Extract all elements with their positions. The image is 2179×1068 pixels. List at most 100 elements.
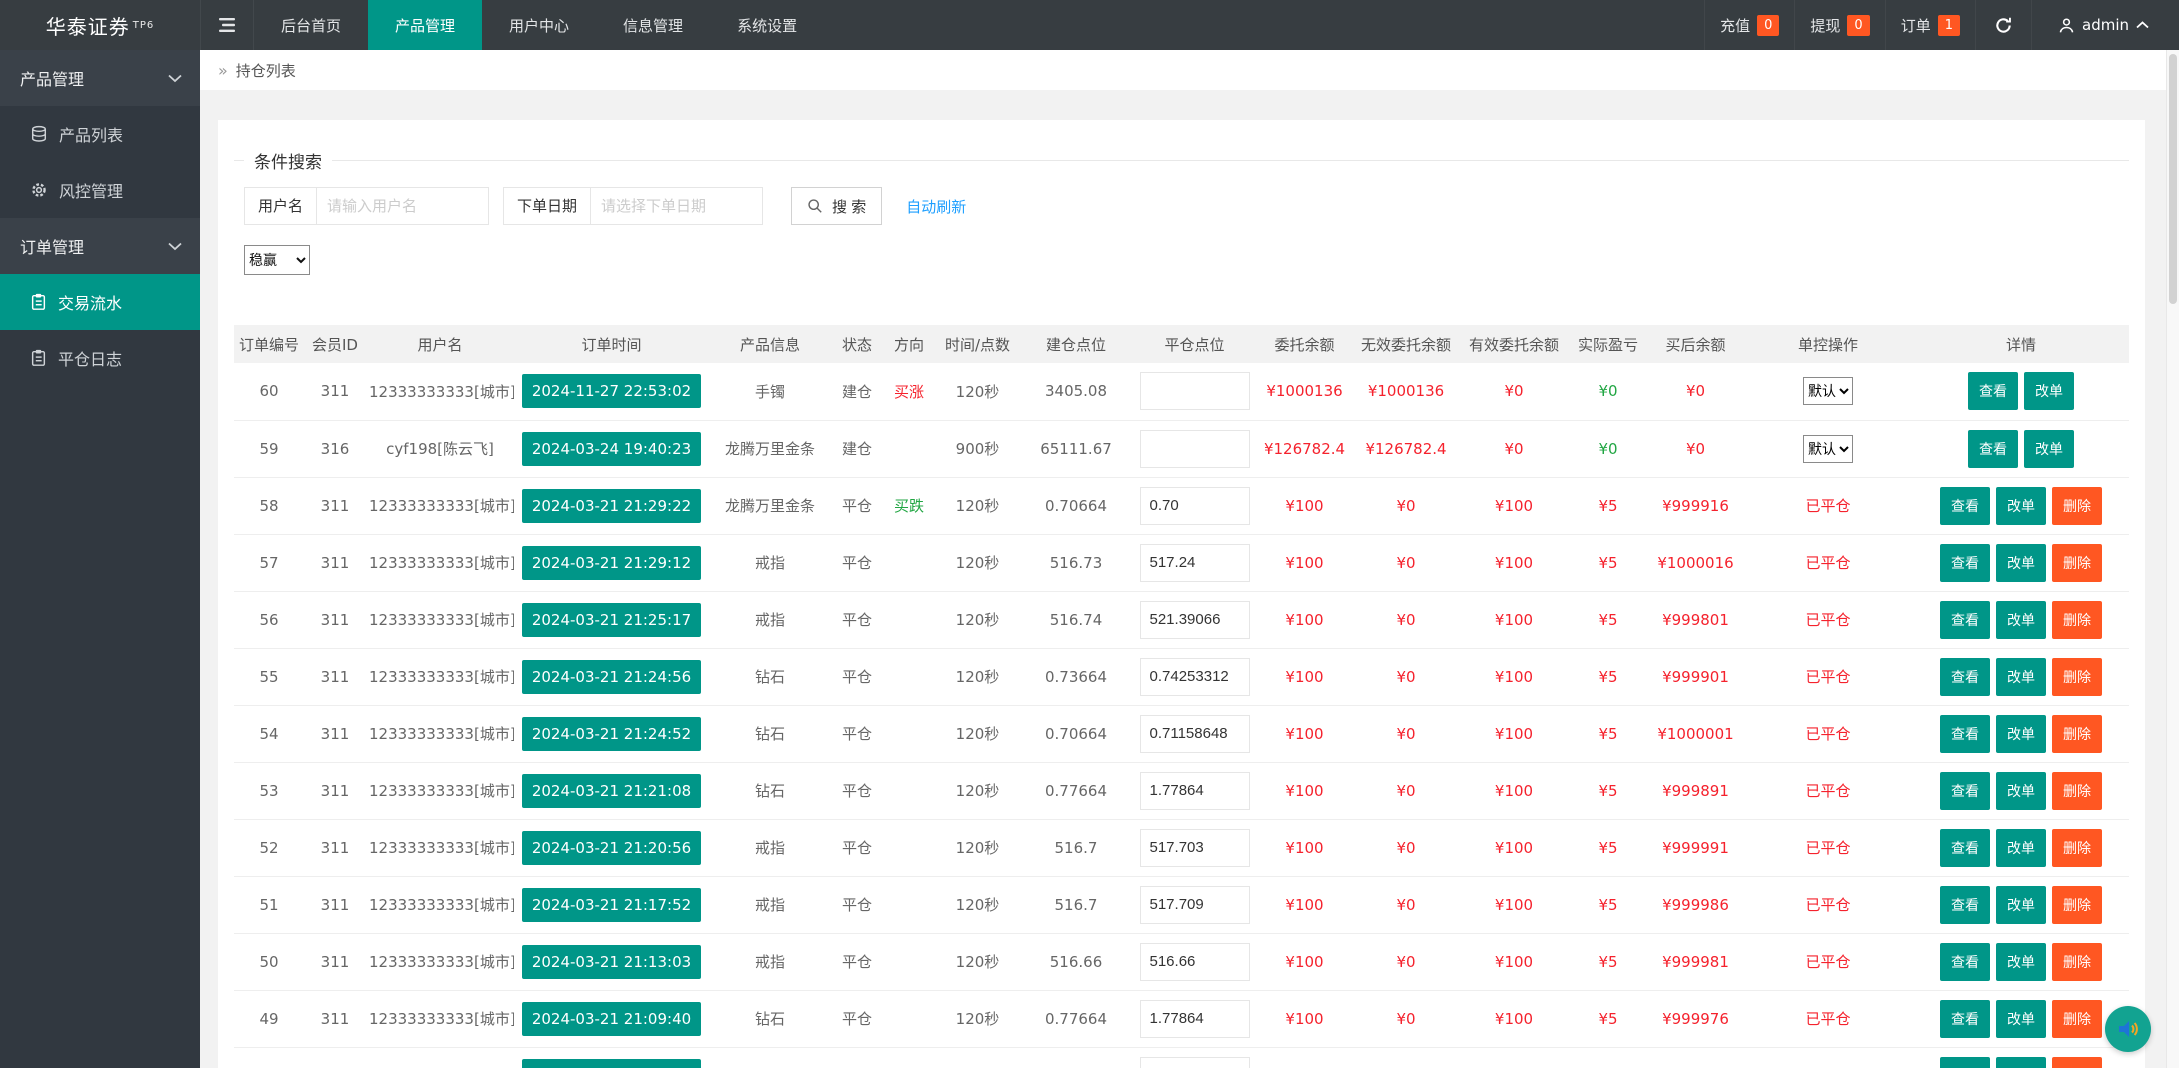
actual-pl-cell: ¥5	[1568, 477, 1648, 534]
modify-order-button[interactable]: 改单	[1996, 544, 2046, 582]
auto-refresh-link[interactable]: 自动刷新	[906, 196, 966, 217]
invalid-entrust-cell: ¥1000136	[1352, 363, 1460, 420]
close-point-input[interactable]	[1140, 943, 1250, 981]
valid-entrust-cell: ¥100	[1460, 933, 1568, 990]
close-point-input[interactable]	[1140, 886, 1250, 924]
detail-actions-cell: 查看改单删除	[1913, 819, 2129, 876]
control-select[interactable]: 默认	[1803, 435, 1853, 463]
order-id-cell: 58	[234, 477, 304, 534]
tab-product-management[interactable]: 产品管理	[368, 0, 482, 50]
scrollbar-thumb[interactable]	[2169, 54, 2177, 304]
delete-button[interactable]: 删除	[2052, 1000, 2102, 1038]
delete-button[interactable]: 删除	[2052, 772, 2102, 810]
modify-order-button[interactable]: 改单	[1996, 487, 2046, 525]
modify-order-button[interactable]: 改单	[1996, 1000, 2046, 1038]
entrust-balance-cell: ¥100	[1257, 1047, 1352, 1068]
close-point-input[interactable]	[1140, 829, 1250, 867]
product-info-cell: 龙腾万里金条	[709, 420, 831, 477]
close-point-input[interactable]	[1140, 1057, 1250, 1068]
close-point-input[interactable]	[1140, 430, 1250, 468]
sound-toggle-button[interactable]	[2105, 1006, 2151, 1052]
tab-dashboard[interactable]: 后台首页	[254, 0, 368, 50]
admin-menu[interactable]: admin	[2031, 0, 2159, 50]
close-point-input[interactable]	[1140, 487, 1250, 525]
view-button[interactable]: 查看	[1940, 487, 1990, 525]
member-id-cell: 311	[304, 819, 366, 876]
after-balance-cell: ¥999801	[1648, 591, 1743, 648]
status-text: 平仓	[842, 896, 872, 914]
delete-button[interactable]: 删除	[2052, 886, 2102, 924]
view-button[interactable]: 查看	[1940, 544, 1990, 582]
username: 12333333333[城市]	[369, 782, 514, 800]
sidebar-item-product-list[interactable]: 产品列表	[0, 106, 200, 162]
delete-button[interactable]: 删除	[2052, 1057, 2102, 1068]
withdraw-shortcut[interactable]: 提现 0	[1794, 0, 1884, 50]
modify-order-button[interactable]: 改单	[1996, 943, 2046, 981]
close-point-input[interactable]	[1140, 1000, 1250, 1038]
close-point-input[interactable]	[1140, 372, 1250, 410]
username: 12333333333[城市]	[369, 896, 514, 914]
modify-order-button[interactable]: 改单	[1996, 658, 2046, 696]
view-button[interactable]: 查看	[1940, 886, 1990, 924]
sidebar-item-trade-flow[interactable]: 交易流水	[0, 274, 200, 330]
modify-order-button[interactable]: 改单	[1996, 772, 2046, 810]
order-date-input[interactable]	[591, 187, 763, 225]
view-button[interactable]: 查看	[1940, 715, 1990, 753]
delete-button[interactable]: 删除	[2052, 601, 2102, 639]
view-button[interactable]: 查看	[1968, 430, 2018, 468]
tab-user-center[interactable]: 用户中心	[482, 0, 596, 50]
close-point-cell	[1132, 363, 1257, 420]
duration-cell: 120秒	[935, 477, 1020, 534]
close-point-input[interactable]	[1140, 601, 1250, 639]
col-close-point: 平仓点位	[1132, 325, 1257, 363]
delete-button[interactable]: 删除	[2052, 715, 2102, 753]
invalid-entrust-cell: ¥0	[1352, 819, 1460, 876]
recharge-shortcut[interactable]: 充值 0	[1704, 0, 1794, 50]
product-type-select[interactable]: 稳赢	[244, 245, 310, 275]
delete-button[interactable]: 删除	[2052, 829, 2102, 867]
modify-order-button[interactable]: 改单	[2024, 372, 2074, 410]
close-point-input[interactable]	[1140, 544, 1250, 582]
modify-order-button[interactable]: 改单	[1996, 886, 2046, 924]
hamburger-icon[interactable]	[200, 0, 254, 50]
sidebar-item-risk-management[interactable]: 风控管理	[0, 162, 200, 218]
close-point-input[interactable]	[1140, 772, 1250, 810]
entrust-balance-value: ¥100	[1285, 725, 1323, 743]
delete-button[interactable]: 删除	[2052, 658, 2102, 696]
username-input[interactable]	[317, 187, 489, 225]
duration-text: 120秒	[956, 497, 1000, 515]
view-button[interactable]: 查看	[1940, 772, 1990, 810]
sidebar-item-close-log[interactable]: 平仓日志	[0, 330, 200, 386]
modify-order-button[interactable]: 改单	[1996, 829, 2046, 867]
actual-pl-value: ¥5	[1598, 839, 1617, 857]
refresh-icon[interactable]	[1975, 0, 2031, 50]
sidebar-group-order-management[interactable]: 订单管理	[0, 218, 200, 274]
view-button[interactable]: 查看	[1940, 601, 1990, 639]
search-button[interactable]: 搜 索	[791, 187, 882, 225]
modify-order-button[interactable]: 改单	[1996, 1057, 2046, 1068]
view-button[interactable]: 查看	[1940, 1057, 1990, 1068]
sidebar-group-product-management[interactable]: 产品管理	[0, 50, 200, 106]
delete-button[interactable]: 删除	[2052, 487, 2102, 525]
product-info: 戒指	[755, 839, 785, 857]
view-button[interactable]: 查看	[1968, 372, 2018, 410]
order-id: 54	[259, 725, 278, 743]
close-point-input[interactable]	[1140, 658, 1250, 696]
delete-button[interactable]: 删除	[2052, 544, 2102, 582]
speaker-icon	[2115, 1016, 2141, 1042]
view-button[interactable]: 查看	[1940, 658, 1990, 696]
delete-button[interactable]: 删除	[2052, 943, 2102, 981]
tab-info-management[interactable]: 信息管理	[596, 0, 710, 50]
table-header-row: 订单编号 会员ID 用户名 订单时间 产品信息 状态 方向 时间/点数 建仓点位…	[234, 325, 2129, 363]
control-select[interactable]: 默认	[1803, 377, 1853, 405]
orders-shortcut[interactable]: 订单 1	[1885, 0, 1975, 50]
tab-system-settings[interactable]: 系统设置	[710, 0, 824, 50]
view-button[interactable]: 查看	[1940, 829, 1990, 867]
modify-order-button[interactable]: 改单	[2024, 430, 2074, 468]
view-button[interactable]: 查看	[1940, 943, 1990, 981]
closed-status: 已平仓	[1805, 497, 1850, 515]
close-point-input[interactable]	[1140, 715, 1250, 753]
modify-order-button[interactable]: 改单	[1996, 715, 2046, 753]
view-button[interactable]: 查看	[1940, 1000, 1990, 1038]
modify-order-button[interactable]: 改单	[1996, 601, 2046, 639]
